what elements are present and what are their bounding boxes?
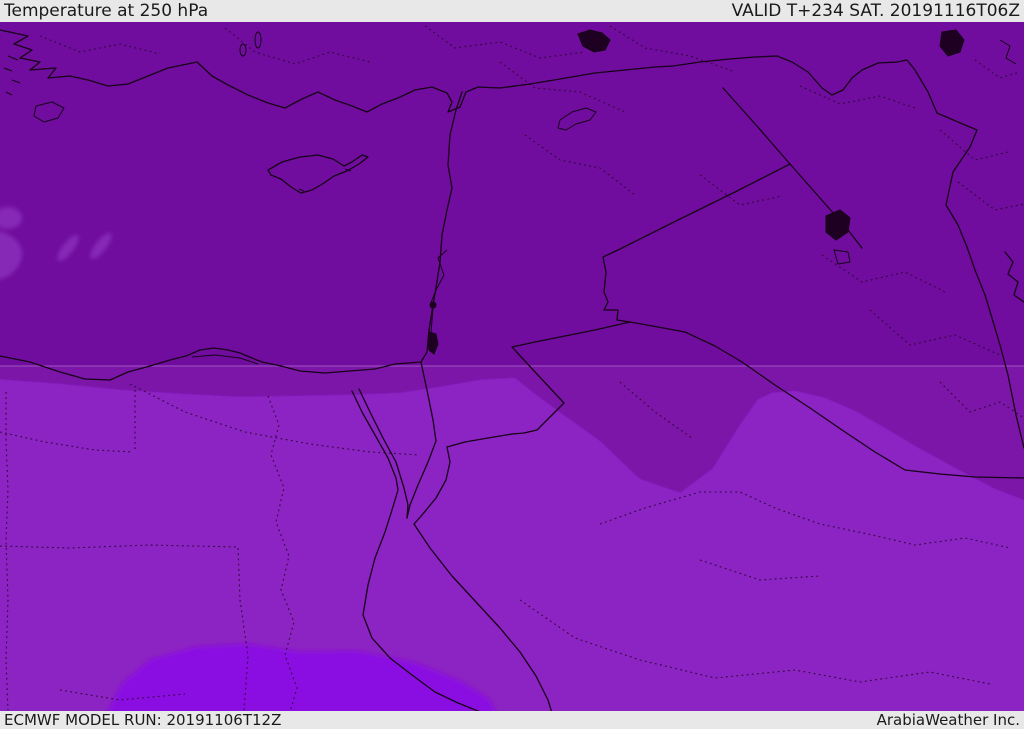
brand-label: ArabiaWeather Inc. — [876, 711, 1020, 729]
valid-time-label: VALID T+234 SAT. 20191116T06Z — [731, 1, 1020, 21]
map-title: Temperature at 250 hPa — [4, 1, 209, 21]
weather-map-window: Temperature at 250 hPa VALID T+234 SAT. … — [0, 0, 1024, 729]
status-bar: ECMWF MODEL RUN: 20191106T12Z ArabiaWeat… — [0, 711, 1024, 729]
title-bar: Temperature at 250 hPa VALID T+234 SAT. … — [0, 0, 1024, 22]
sea-of-galilee — [429, 301, 437, 309]
weather-map-canvas — [0, 22, 1024, 711]
model-run-label: ECMWF MODEL RUN: 20191106T12Z — [4, 711, 282, 729]
